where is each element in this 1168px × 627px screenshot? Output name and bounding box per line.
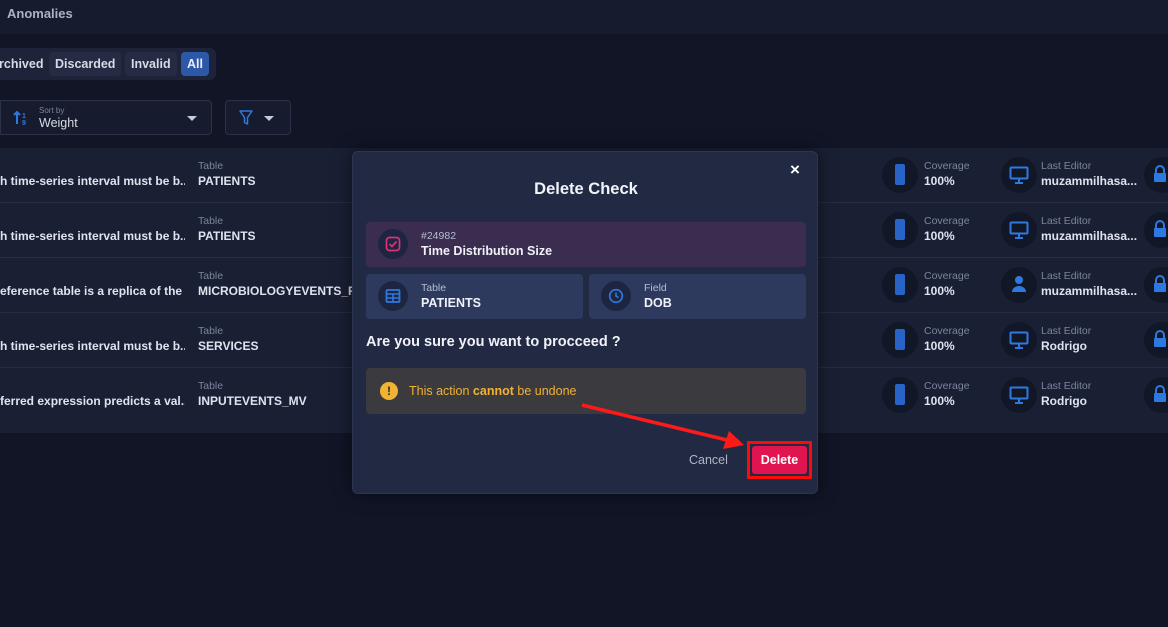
warning-text: This action cannot be undone xyxy=(409,384,577,398)
user-icon xyxy=(1001,267,1037,303)
coverage-caption: Coverage xyxy=(924,270,970,282)
editor-name: Rodrigo xyxy=(1041,394,1087,408)
table-caption: Table xyxy=(198,325,224,337)
table-caption: Table xyxy=(198,215,224,227)
sort-icon: 1 9 xyxy=(13,110,26,126)
check-card: #24982 Time Distribution Size xyxy=(366,222,806,267)
lock-icon[interactable] xyxy=(1144,267,1168,303)
coverage-caption: Coverage xyxy=(924,215,970,227)
filter-button[interactable] xyxy=(225,100,291,135)
check-square-icon xyxy=(378,229,408,259)
table-name: INPUTEVENTS_MV xyxy=(198,394,307,408)
clock-icon xyxy=(601,281,631,311)
chevron-down-icon xyxy=(187,116,197,121)
lock-icon[interactable] xyxy=(1144,212,1168,248)
coverage-caption: Coverage xyxy=(924,325,970,337)
delete-button[interactable]: Delete xyxy=(752,446,807,474)
filter-icon xyxy=(239,110,253,125)
table-name: PATIENTS xyxy=(421,296,481,310)
warning-banner: ! This action cannot be undone xyxy=(366,368,806,414)
anomaly-description: ferred expression predicts a val... xyxy=(0,394,185,408)
monitor-icon xyxy=(1001,377,1037,413)
editor-name: muzammilhasa... xyxy=(1041,284,1138,298)
table-card: Table PATIENTS xyxy=(366,274,583,319)
editor-name: muzammilhasa... xyxy=(1041,174,1138,188)
monitor-icon xyxy=(1001,212,1037,248)
tab-discarded[interactable]: Discarded xyxy=(49,52,122,76)
lock-icon[interactable] xyxy=(1144,322,1168,358)
coverage-icon xyxy=(882,212,918,248)
coverage-icon xyxy=(882,267,918,303)
svg-text:1: 1 xyxy=(22,113,26,120)
tab-archived[interactable]: rchived xyxy=(0,52,49,76)
table-name: SERVICES xyxy=(198,339,259,353)
field-caption: Field xyxy=(644,282,667,294)
status-filter-tabs: rchived Discarded Invalid All xyxy=(0,48,216,80)
warning-icon: ! xyxy=(380,382,398,400)
monitor-icon xyxy=(1001,157,1037,193)
monitor-icon xyxy=(1001,322,1037,358)
coverage-caption: Coverage xyxy=(924,160,970,172)
editor-caption: Last Editor xyxy=(1041,325,1092,337)
anomaly-description: eference table is a replica of the ... xyxy=(0,284,185,298)
coverage-caption: Coverage xyxy=(924,380,970,392)
coverage-icon xyxy=(882,157,918,193)
coverage-value: 100% xyxy=(924,174,955,188)
tab-all[interactable]: All xyxy=(181,52,209,76)
coverage-value: 100% xyxy=(924,339,955,353)
table-caption: Table xyxy=(198,380,224,392)
lock-icon[interactable] xyxy=(1144,157,1168,193)
anomaly-description: h time-series interval must be b... xyxy=(0,174,185,188)
coverage-icon xyxy=(882,377,918,413)
table-caption: Table xyxy=(198,160,224,172)
editor-caption: Last Editor xyxy=(1041,380,1092,392)
sort-dropdown[interactable]: 1 9 Sort by Weight xyxy=(0,100,212,135)
sort-caption: Sort by xyxy=(39,106,65,115)
table-grid-icon xyxy=(378,281,408,311)
confirm-question: Are you sure you want to procceed ? xyxy=(366,334,621,350)
page-title: Anomalies xyxy=(7,6,73,21)
coverage-icon xyxy=(882,322,918,358)
cancel-button[interactable]: Cancel xyxy=(689,453,728,467)
lock-icon[interactable] xyxy=(1144,377,1168,413)
field-card: Field DOB xyxy=(589,274,806,319)
anomaly-description: h time-series interval must be b... xyxy=(0,339,185,353)
tab-invalid[interactable]: Invalid xyxy=(125,52,177,76)
top-bar: Anomalies xyxy=(0,0,1168,34)
editor-caption: Last Editor xyxy=(1041,160,1092,172)
coverage-value: 100% xyxy=(924,394,955,408)
table-name: PATIENTS xyxy=(198,229,256,243)
check-name: Time Distribution Size xyxy=(421,244,553,258)
delete-check-dialog: × Delete Check #24982 Time Distribution … xyxy=(352,151,818,494)
svg-text:9: 9 xyxy=(22,120,26,126)
coverage-value: 100% xyxy=(924,229,955,243)
editor-name: muzammilhasa... xyxy=(1041,229,1138,243)
chevron-down-icon xyxy=(264,116,274,121)
check-id: #24982 xyxy=(421,230,457,242)
table-caption: Table xyxy=(198,270,224,282)
editor-caption: Last Editor xyxy=(1041,215,1092,227)
table-name: MICROBIOLOGYEVENTS_REF xyxy=(198,284,373,298)
field-name: DOB xyxy=(644,296,672,310)
coverage-value: 100% xyxy=(924,284,955,298)
editor-name: Rodrigo xyxy=(1041,339,1087,353)
table-name: PATIENTS xyxy=(198,174,256,188)
table-caption: Table xyxy=(421,282,447,294)
anomaly-description: h time-series interval must be b... xyxy=(0,229,185,243)
close-icon[interactable]: × xyxy=(790,160,800,180)
dialog-title: Delete Check xyxy=(534,180,638,198)
sort-value: Weight xyxy=(39,116,78,130)
editor-caption: Last Editor xyxy=(1041,270,1092,282)
